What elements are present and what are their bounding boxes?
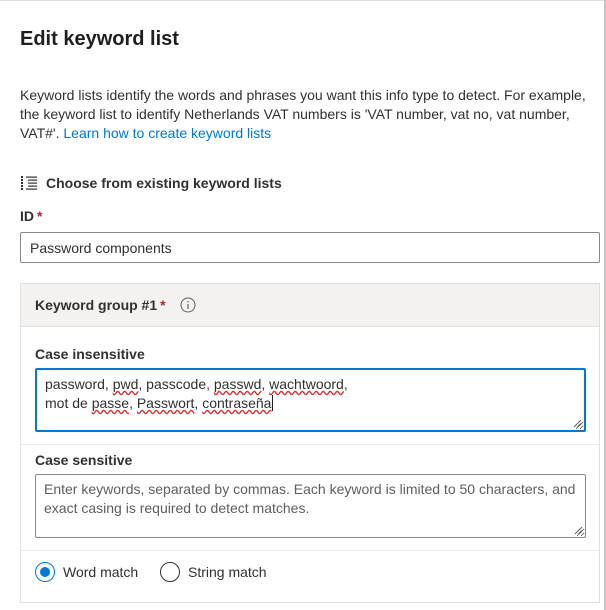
keyword-group-title: Keyword group #1 * [35,297,166,313]
case-insensitive-textarea[interactable]: password, pwd, passcode, passwd, wachtwo… [35,368,586,432]
case-insensitive-line-2: mot de passe, Passwort, contraseña [45,394,576,413]
word-match-label: Word match [63,564,139,580]
resize-grip-icon[interactable] [573,419,582,428]
case-sensitive-textarea[interactable]: Enter keywords, separated by commas. Eac… [35,474,586,538]
string-match-label: String match [188,564,267,580]
choose-existing-keyword-lists-button[interactable]: Choose from existing keyword lists [20,172,282,194]
case-sensitive-label: Case sensitive [35,452,133,468]
id-label-text: ID [20,208,34,224]
required-asterisk: * [37,208,43,224]
panel-description: Keyword lists identify the words and phr… [20,86,592,143]
keyword-group-title-text: Keyword group #1 [35,297,158,313]
keywords-line-2-text: mot de passe, Passwort, contraseña [45,395,272,411]
resize-grip-icon[interactable] [574,526,583,535]
case-sensitive-placeholder: Enter keywords, separated by commas. Eac… [44,481,576,516]
choose-existing-label: Choose from existing keyword lists [46,175,282,191]
required-asterisk: * [160,297,166,313]
radio-selected-icon[interactable] [35,562,55,582]
spellcheck-flagged-word: wachtwoord [269,376,344,392]
spellcheck-flagged-word: contraseña [202,395,272,411]
keyword-group-card: Keyword group #1 * Case insensitive passw… [20,283,600,603]
bulleted-list-icon [21,176,37,190]
keywords-line-1-text: password, pwd, passcode, passwd, wachtwo… [45,376,348,392]
radio-unselected-icon[interactable] [160,562,180,582]
spellcheck-flagged-word: pwd [112,376,139,392]
edit-keyword-list-panel: Edit keyword list Keyword lists identify… [0,0,606,610]
spellcheck-flagged-word: passwd [213,376,262,392]
case-insensitive-label: Case insensitive [35,346,145,362]
learn-more-link[interactable]: Learn how to create keyword lists [63,125,271,141]
string-match-radio[interactable]: String match [160,561,267,583]
section-divider [21,444,599,445]
info-icon[interactable] [180,297,196,313]
panel-title: Edit keyword list [20,28,179,50]
section-divider [21,550,599,551]
spellcheck-flagged-word: Passwort [136,395,195,411]
id-input[interactable] [20,232,600,263]
spellcheck-flagged-word: passe [91,395,130,411]
top-divider [0,0,606,1]
text-caret [272,395,274,411]
word-match-radio[interactable]: Word match [35,561,138,583]
keyword-group-header: Keyword group #1 * [21,284,599,327]
case-insensitive-line-1: password, pwd, passcode, passwd, wachtwo… [45,375,576,394]
id-field-label: ID * [20,208,42,224]
